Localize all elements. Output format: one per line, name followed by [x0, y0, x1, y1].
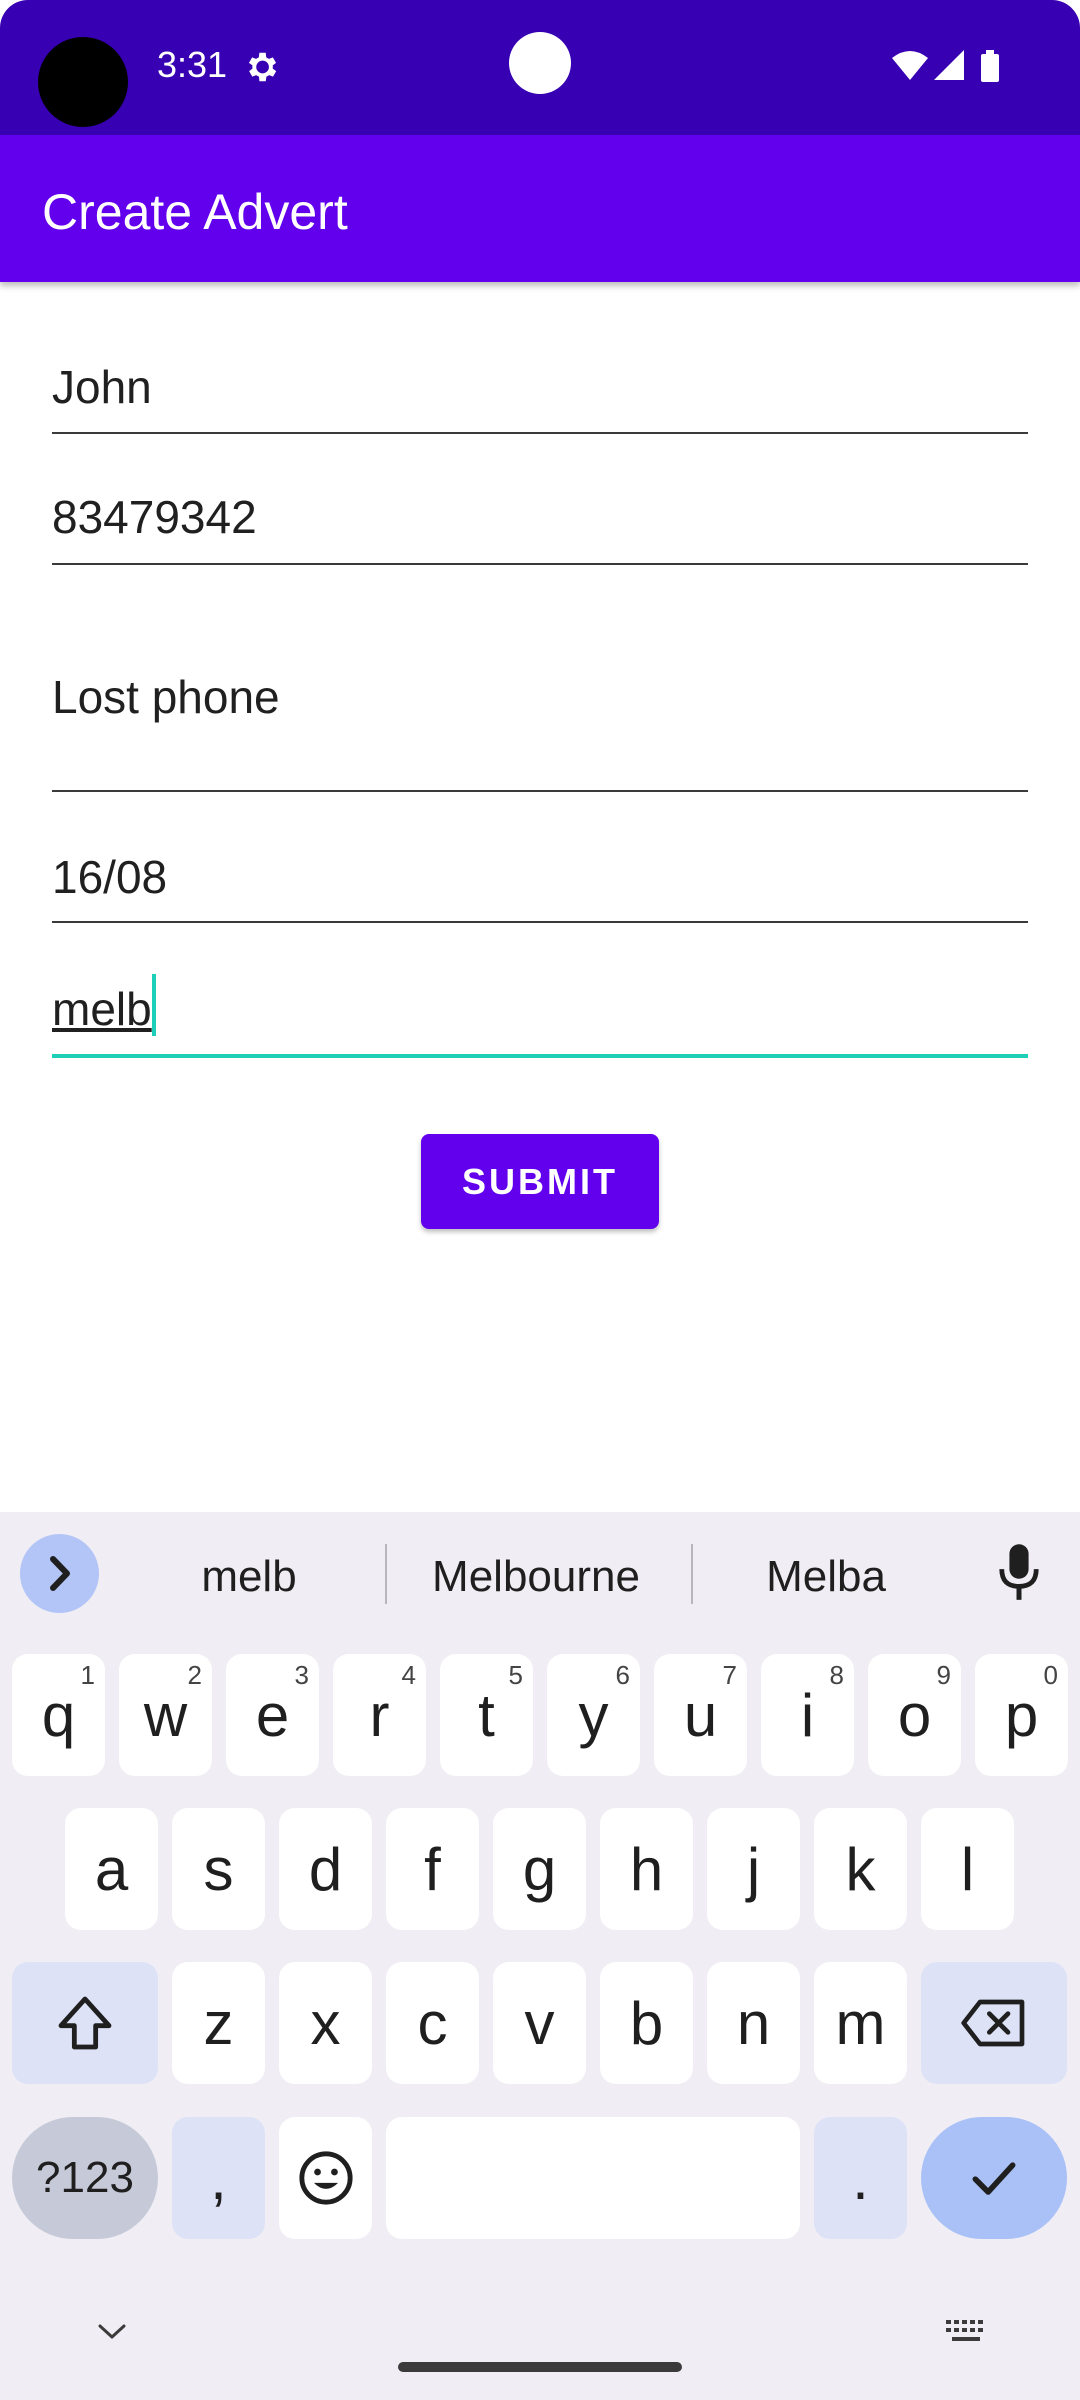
key-k[interactable]: k	[814, 1808, 907, 1930]
backspace-key[interactable]	[921, 1962, 1067, 2084]
key-c[interactable]: c	[386, 1962, 479, 2084]
key-z[interactable]: z	[172, 1962, 265, 2084]
hide-keyboard-chevron-icon[interactable]	[96, 2322, 128, 2342]
status-bar: 3:31	[0, 0, 1080, 135]
settings-gear-icon	[248, 52, 277, 82]
suggestion-divider	[691, 1544, 693, 1604]
microphone-icon[interactable]	[996, 1542, 1042, 1604]
key-w[interactable]: w2	[119, 1654, 212, 1776]
status-time: 3:31	[157, 44, 228, 85]
key-f[interactable]: f	[386, 1808, 479, 1930]
key-n[interactable]: n	[707, 1962, 800, 2084]
key-r[interactable]: r4	[333, 1654, 426, 1776]
location-underline	[52, 1054, 1028, 1058]
shift-icon	[58, 1996, 112, 2050]
suggestion-2[interactable]: Melbourne	[411, 1552, 661, 1602]
key-u[interactable]: u7	[654, 1654, 747, 1776]
period-key[interactable]: .	[814, 2117, 907, 2239]
description-value: Lost phone	[52, 671, 280, 723]
app-bar: Create Advert	[0, 135, 1080, 282]
submit-button[interactable]: SUBMIT	[421, 1134, 659, 1229]
space-key[interactable]	[386, 2117, 800, 2239]
signal-icon	[934, 50, 964, 80]
home-indicator[interactable]	[398, 2362, 682, 2372]
page-title: Create Advert	[42, 184, 348, 240]
suggestion-3[interactable]: Melba	[701, 1552, 951, 1602]
key-g[interactable]: g	[493, 1808, 586, 1930]
phone-value: 83479342	[52, 491, 257, 543]
emoji-icon	[298, 2151, 353, 2205]
backspace-icon	[961, 1999, 1025, 2047]
wifi-icon	[892, 51, 928, 80]
key-j[interactable]: j	[707, 1808, 800, 1930]
keyboard-switcher-icon[interactable]	[944, 2318, 990, 2346]
battery-icon	[981, 54, 999, 82]
key-y[interactable]: y6	[547, 1654, 640, 1776]
key-b[interactable]: b	[600, 1962, 693, 2084]
emoji-key[interactable]	[279, 2117, 372, 2239]
key-x[interactable]: x	[279, 1962, 372, 2084]
suggestion-divider	[385, 1544, 387, 1604]
front-camera	[509, 32, 571, 94]
key-q[interactable]: q1	[12, 1654, 105, 1776]
system-icons	[892, 50, 999, 82]
key-a[interactable]: a	[65, 1808, 158, 1930]
key-h[interactable]: h	[600, 1808, 693, 1930]
key-i[interactable]: i8	[761, 1654, 854, 1776]
checkmark-icon	[972, 2162, 1016, 2195]
key-m[interactable]: m	[814, 1962, 907, 2084]
location-value: melb	[52, 983, 152, 1035]
key-o[interactable]: o9	[868, 1654, 961, 1776]
phone-underline	[52, 563, 1028, 565]
key-l[interactable]: l	[921, 1808, 1014, 1930]
text-cursor	[152, 974, 156, 1036]
key-t[interactable]: t5	[440, 1654, 533, 1776]
key-d[interactable]: d	[279, 1808, 372, 1930]
expand-toolbar-button[interactable]	[20, 1534, 99, 1613]
camera-cutout	[38, 37, 128, 127]
key-v[interactable]: v	[493, 1962, 586, 2084]
description-underline	[52, 790, 1028, 792]
name-value: John	[52, 361, 152, 413]
enter-key[interactable]	[921, 2117, 1067, 2239]
key-p[interactable]: p0	[975, 1654, 1068, 1776]
date-underline	[52, 921, 1028, 923]
name-underline	[52, 432, 1028, 434]
comma-key[interactable]: ,	[172, 2117, 265, 2239]
key-s[interactable]: s	[172, 1808, 265, 1930]
key-e[interactable]: e3	[226, 1654, 319, 1776]
chevron-right-icon	[50, 1556, 70, 1591]
date-value: 16/08	[52, 851, 168, 903]
soft-keyboard: melb Melbourne Melba q1 w2 e3 r4 t5 y6 u…	[0, 1512, 1080, 2400]
suggestion-1[interactable]: melb	[124, 1552, 374, 1602]
symbols-key[interactable]: ?123	[12, 2117, 158, 2239]
shift-key[interactable]	[12, 1962, 158, 2084]
